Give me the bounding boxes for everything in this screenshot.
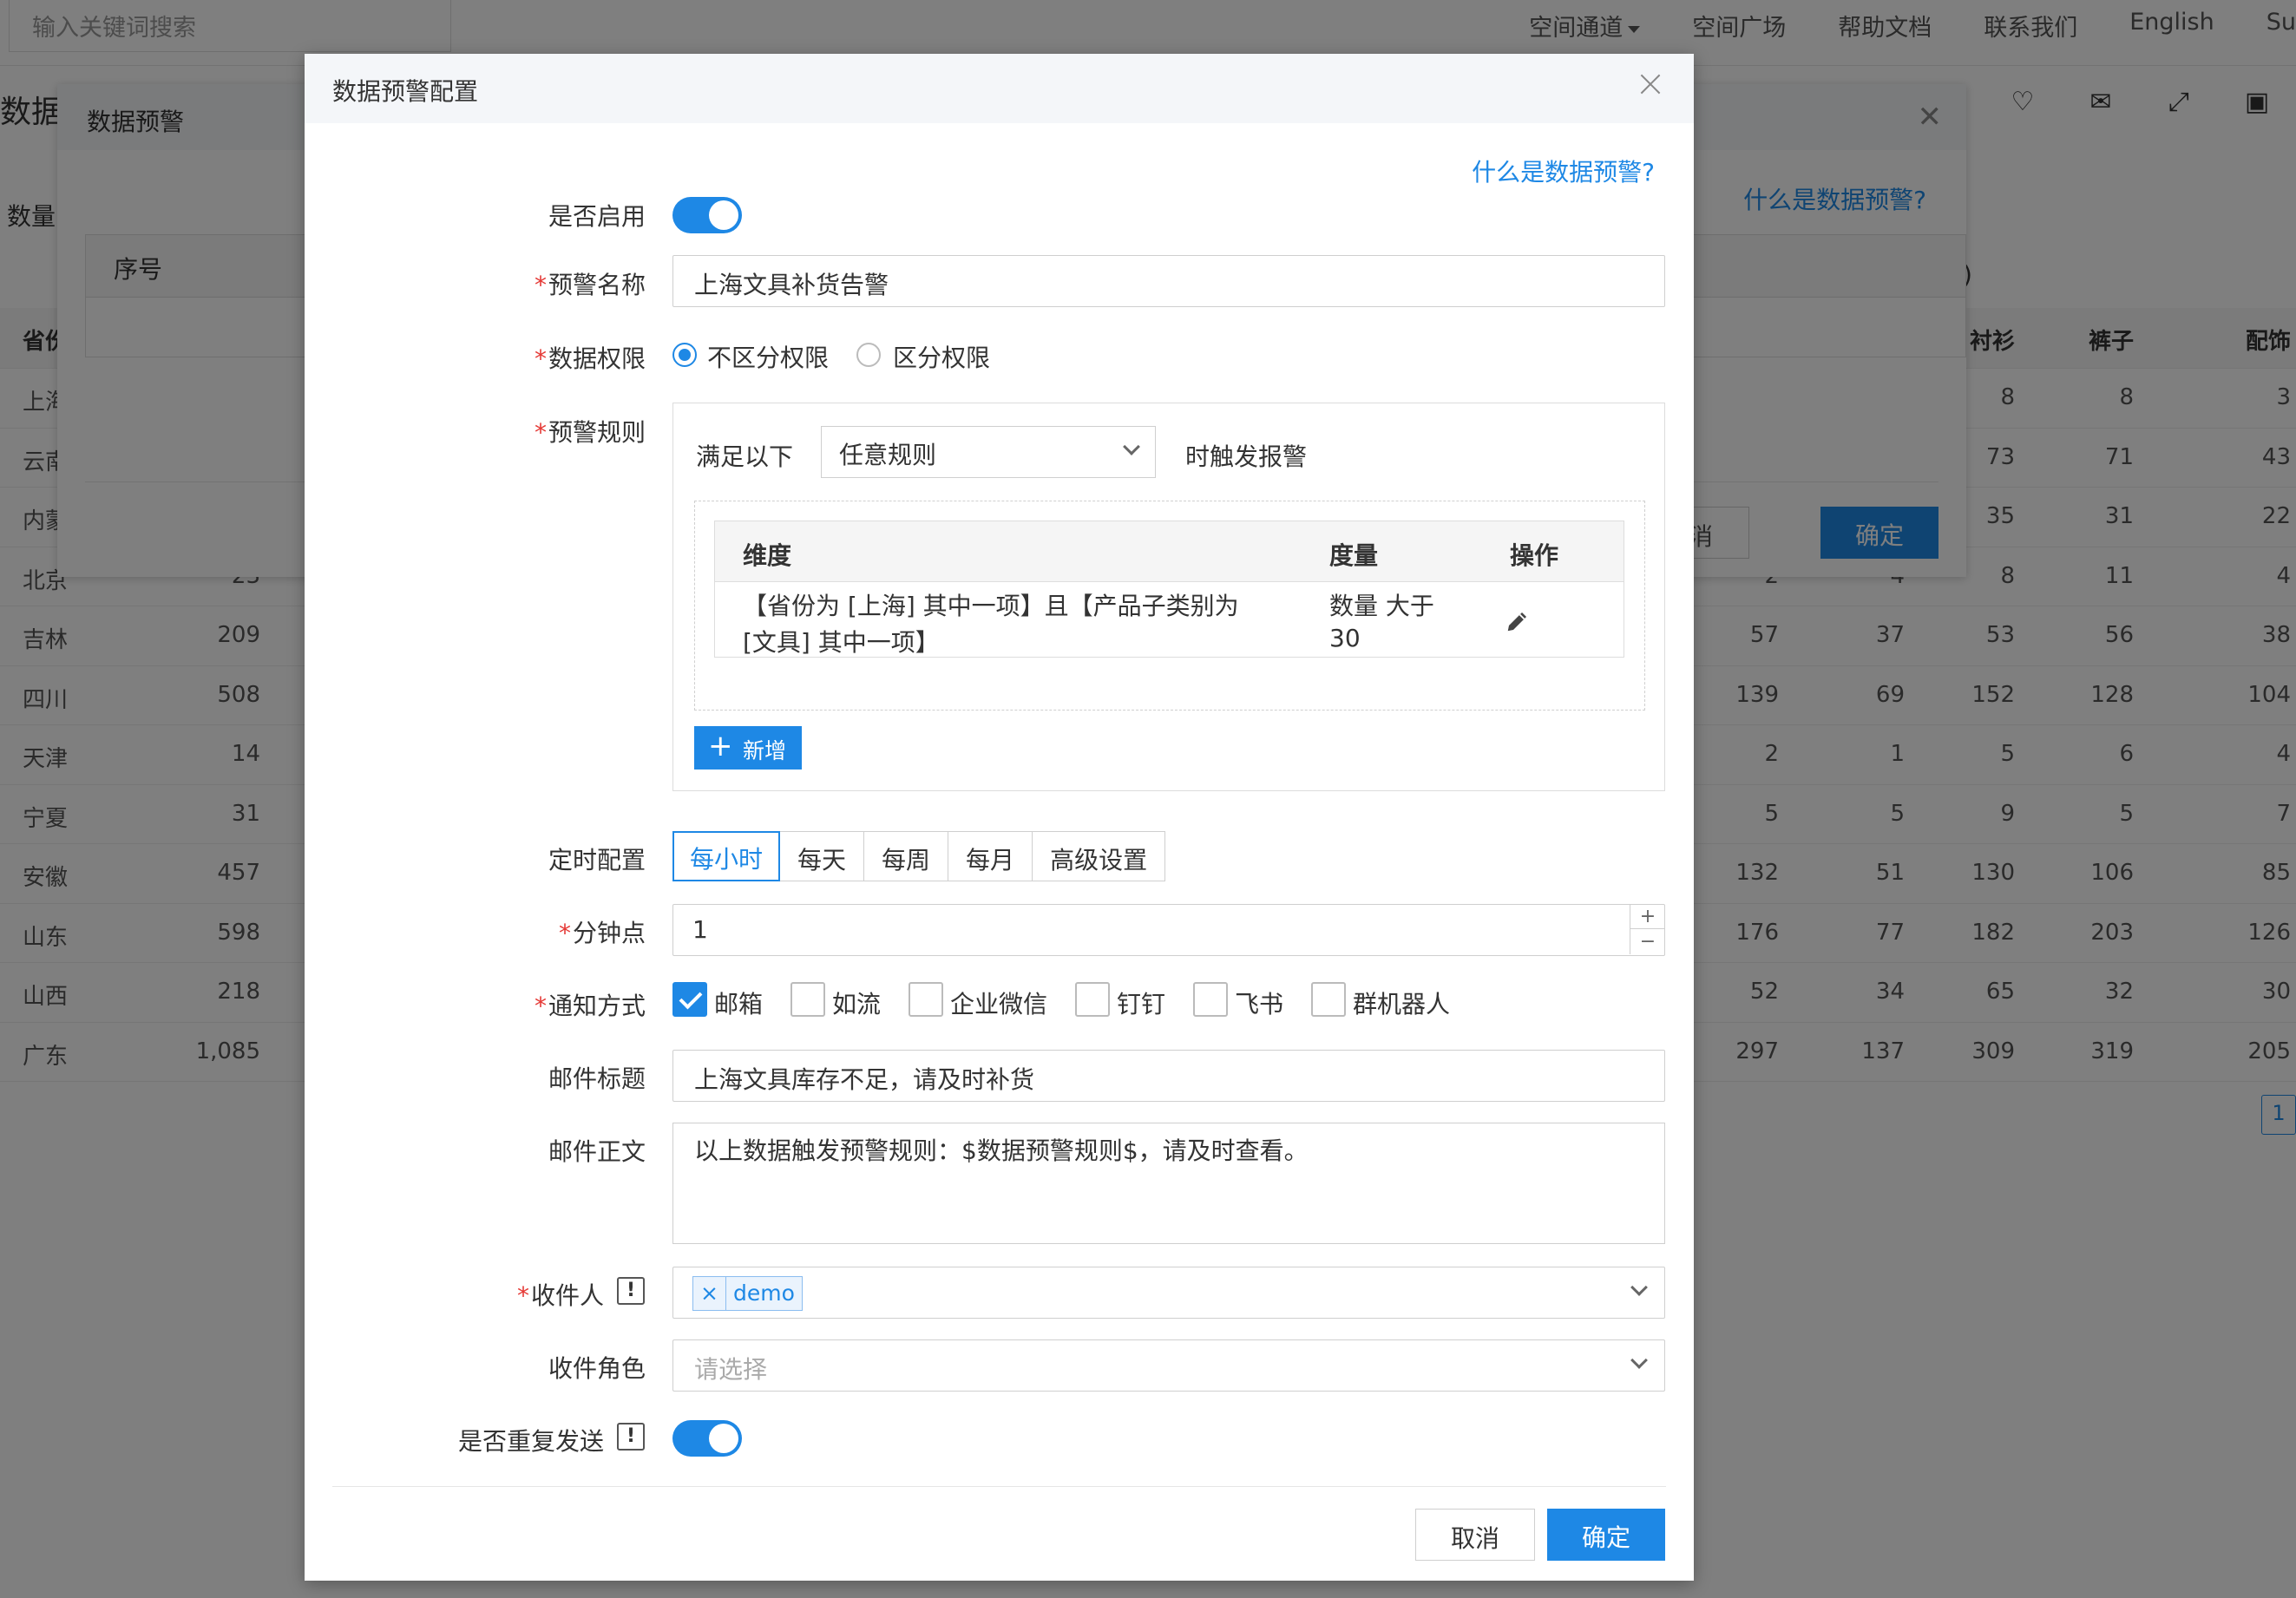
permission-label: *数据权限	[534, 344, 646, 373]
repeat-toggle[interactable]	[672, 1420, 742, 1457]
chevron-down-icon	[1630, 1279, 1648, 1296]
rules-list-area: 维度 度量 操作 【省份为 [上海] 其中一项】且【产品子类别为 [文具] 其中…	[694, 501, 1645, 711]
recipients-label: *收件人	[516, 1281, 604, 1310]
help-link[interactable]: 什么是数据预警?	[1472, 154, 1655, 188]
mail-body-label: 邮件正文	[548, 1137, 646, 1166]
dialog-header: 数据预警配置	[305, 54, 1694, 123]
enable-label: 是否启用	[548, 202, 646, 231]
schedule-hourly[interactable]: 每小时	[672, 831, 781, 881]
rules-panel: 满足以下 任意规则 时触发报警 维度 度量 操作 【省份为 [上海] 其中一项】…	[672, 403, 1665, 791]
dialog-title: 数据预警配置	[332, 77, 479, 106]
alert-config-dialog: 数据预警配置 什么是数据预警? 是否启用 *预警名称 上海文具补货告警 *数据权…	[305, 54, 1694, 1581]
mail-title-label: 邮件标题	[548, 1064, 646, 1093]
mail-title-input[interactable]: 上海文具库存不足，请及时补货	[672, 1050, 1665, 1102]
checkbox-email[interactable]	[672, 982, 707, 1017]
confirm-button[interactable]: 确定	[1547, 1509, 1665, 1561]
schedule-monthly[interactable]: 每月	[948, 832, 1033, 881]
chevron-down-icon	[1630, 1352, 1648, 1369]
plus-icon: +	[708, 729, 733, 763]
close-icon[interactable]	[1633, 68, 1668, 102]
checkbox-label: 钉钉	[1117, 990, 1166, 1018]
toggle-knob	[709, 1424, 738, 1453]
checkbox-label: 邮箱	[714, 990, 764, 1018]
chevron-down-icon	[1123, 438, 1140, 455]
decrement-icon[interactable]: −	[1630, 929, 1665, 954]
roles-select[interactable]: 请选择	[672, 1339, 1665, 1392]
checkbox-label: 飞书	[1235, 990, 1284, 1018]
schedule-daily[interactable]: 每天	[780, 832, 865, 881]
rules-label: *预警规则	[534, 418, 646, 447]
rules-suffix: 时触发报警	[1185, 442, 1308, 471]
info-icon[interactable]: !	[617, 1423, 645, 1451]
minute-stepper[interactable]: 1	[672, 904, 1665, 956]
repeat-label: 是否重复发送	[457, 1427, 604, 1456]
remove-tag-icon[interactable]: ×	[693, 1277, 726, 1310]
add-rule-button[interactable]: + 新增	[694, 726, 802, 770]
radio-permission[interactable]	[856, 343, 881, 367]
alert-name-input[interactable]: 上海文具补货告警	[672, 255, 1665, 307]
enable-toggle[interactable]	[672, 197, 742, 233]
checkbox-ruliu[interactable]	[790, 982, 825, 1017]
rules-table: 维度 度量 操作 【省份为 [上海] 其中一项】且【产品子类别为 [文具] 其中…	[714, 521, 1624, 658]
checkbox-group-bot[interactable]	[1311, 982, 1346, 1017]
mail-body-textarea[interactable]: 以上数据触发预警规则：$数据预警规则$，请及时查看。	[672, 1123, 1665, 1244]
notify-label: *通知方式	[534, 992, 646, 1020]
schedule-weekly[interactable]: 每周	[864, 832, 949, 881]
checkbox-dingtalk[interactable]	[1075, 982, 1110, 1017]
radio-label: 不区分权限	[707, 344, 830, 372]
toggle-knob	[709, 200, 738, 230]
recipient-tag: × demo	[692, 1276, 803, 1311]
schedule-label: 定时配置	[548, 846, 646, 874]
checkbox-label: 企业微信	[950, 990, 1048, 1018]
footer-divider	[332, 1486, 1666, 1487]
rules-prefix: 满足以下	[696, 442, 794, 471]
radio-no-permission[interactable]	[672, 343, 697, 367]
schedule-segmented: 每小时 每天 每周 每月 高级设置	[672, 831, 1166, 881]
stepper-buttons: + −	[1630, 904, 1665, 954]
edit-pencil-icon[interactable]	[1505, 608, 1531, 634]
radio-label: 区分权限	[893, 344, 991, 372]
rules-table-header: 维度 度量 操作	[715, 521, 1624, 582]
info-icon[interactable]: !	[617, 1277, 645, 1305]
checkbox-wecom[interactable]	[909, 982, 943, 1017]
name-label: *预警名称	[534, 271, 646, 299]
checkbox-label: 群机器人	[1353, 990, 1451, 1018]
checkbox-feishu[interactable]	[1193, 982, 1228, 1017]
minute-label: *分钟点	[558, 919, 646, 947]
cancel-button[interactable]: 取消	[1415, 1509, 1535, 1561]
permission-radio-group: 不区分权限 区分权限	[672, 343, 1020, 372]
schedule-advanced[interactable]: 高级设置	[1033, 832, 1164, 881]
increment-icon[interactable]: +	[1630, 904, 1665, 929]
recipients-select[interactable]: × demo	[672, 1267, 1665, 1319]
rule-mode-select[interactable]: 任意规则	[821, 426, 1156, 478]
checkbox-label: 如流	[832, 990, 882, 1018]
roles-label: 收件角色	[548, 1354, 646, 1383]
